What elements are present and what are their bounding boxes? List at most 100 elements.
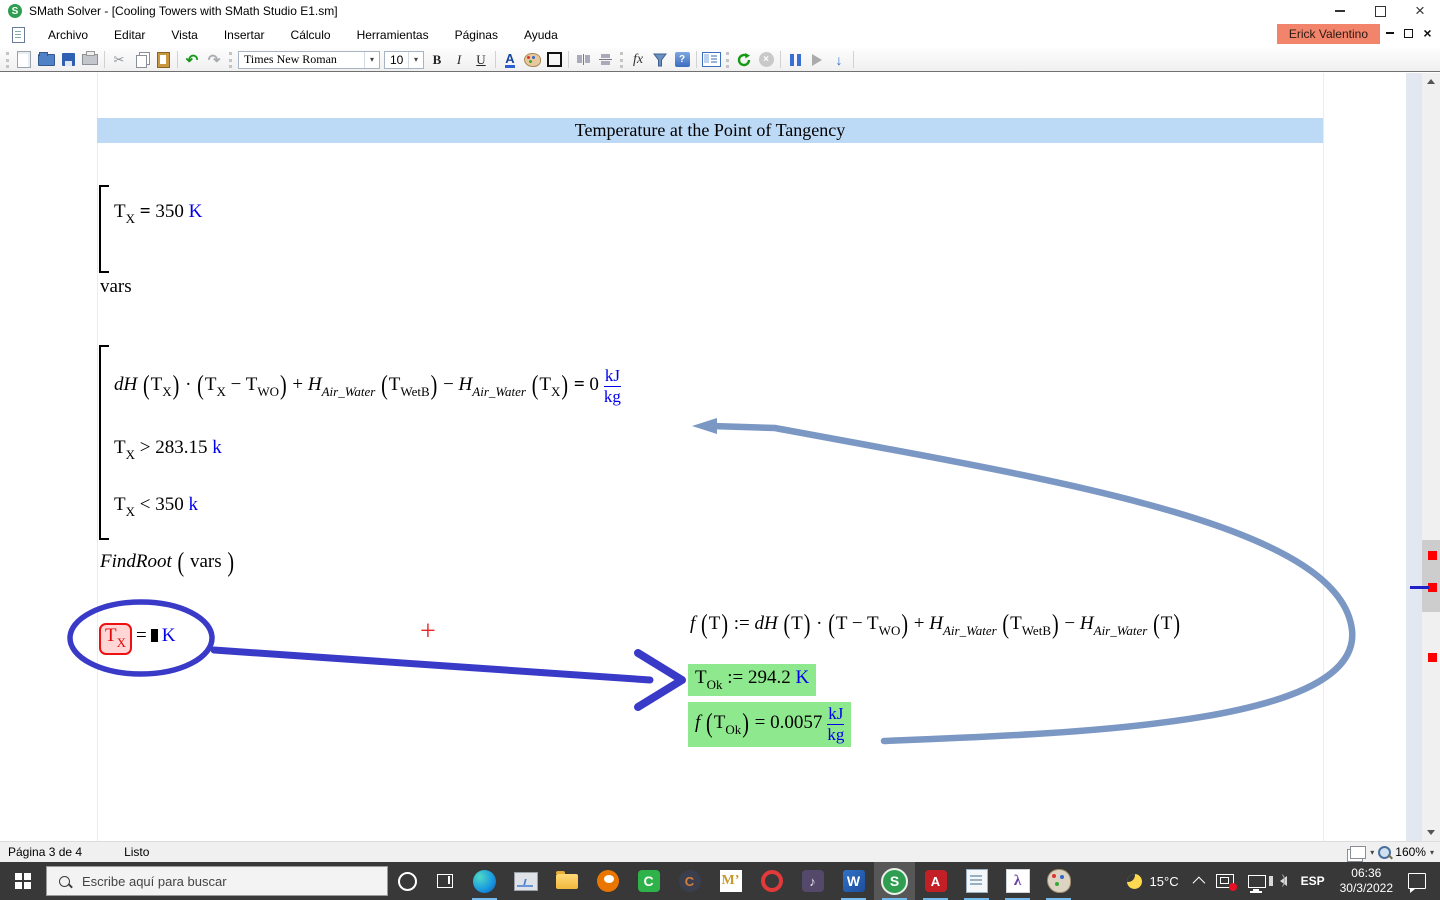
taskbar-app-cinema4d[interactable]: C: [669, 862, 710, 900]
search-input[interactable]: [80, 873, 354, 890]
paste-button[interactable]: [152, 50, 174, 70]
chevron-down-icon[interactable]: ▾: [1430, 848, 1434, 857]
language-button[interactable]: ESP: [1294, 862, 1332, 900]
cortana-button[interactable]: [388, 862, 426, 900]
taskbar-app-system-monitor[interactable]: [505, 862, 546, 900]
chevron-down-icon[interactable]: ▾: [1370, 848, 1374, 857]
recalculate-button[interactable]: [733, 50, 755, 70]
equation-f-definition[interactable]: f (T) := dH (T) · (T − TWO) + HAir_Water…: [690, 613, 1181, 639]
menu-insertar[interactable]: Insertar: [211, 24, 278, 46]
menu-ayuda[interactable]: Ayuda: [511, 24, 571, 46]
result-f-tok[interactable]: f (TOk) = 0.0057 kJ kg: [688, 702, 851, 747]
taskbar-app-opera[interactable]: [751, 862, 792, 900]
menu-archivo[interactable]: Archivo: [35, 24, 101, 46]
taskbar-app-blender[interactable]: [587, 862, 628, 900]
menu-paginas[interactable]: Páginas: [442, 24, 511, 46]
clock-button[interactable]: 06:36 30/3/2022: [1332, 862, 1401, 900]
border-button[interactable]: [543, 50, 565, 70]
taskbar-app-smath[interactable]: S: [874, 862, 915, 900]
user-account-badge[interactable]: Erick Valentino: [1277, 24, 1380, 44]
bold-button[interactable]: B: [426, 50, 448, 70]
cut-button[interactable]: ✂: [108, 50, 130, 70]
constraint-lower[interactable]: TX > 283.15 k: [114, 437, 222, 463]
new-file-button[interactable]: [13, 50, 35, 70]
error-variable-box[interactable]: TX: [99, 623, 132, 655]
equation-tx-definition[interactable]: TX = 350 K: [114, 201, 202, 227]
pause-button[interactable]: [784, 50, 806, 70]
help-reference-button[interactable]: ?: [671, 50, 693, 70]
taskbar-app-camtasia[interactable]: C: [628, 862, 669, 900]
volume-tray-button[interactable]: [1273, 862, 1294, 900]
align-horizontal-button[interactable]: [572, 50, 594, 70]
taskbar-app-edge[interactable]: [464, 862, 505, 900]
vars-label[interactable]: vars: [100, 276, 132, 298]
task-view-button[interactable]: [426, 862, 464, 900]
error-marker[interactable]: [1428, 551, 1437, 560]
highlight-color-button[interactable]: [521, 50, 543, 70]
doc-minimize-button[interactable]: [1381, 24, 1398, 42]
open-file-button[interactable]: [35, 50, 57, 70]
minimize-button[interactable]: [1320, 0, 1360, 22]
menu-vista[interactable]: Vista: [158, 24, 210, 46]
fraction-denominator: kg: [604, 388, 621, 406]
page-layout-icon[interactable]: [1350, 846, 1366, 859]
scroll-up-button[interactable]: [1422, 73, 1440, 90]
copy-button[interactable]: [130, 50, 152, 70]
taskbar-app-m-editor[interactable]: M’: [710, 862, 751, 900]
taskbar-app-acrobat[interactable]: A: [915, 862, 956, 900]
redo-button[interactable]: ↷: [203, 50, 225, 70]
placeholder-box[interactable]: [151, 629, 158, 642]
step-button[interactable]: ↓: [828, 50, 850, 70]
restore-button[interactable]: [1360, 0, 1400, 22]
italic-button[interactable]: I: [448, 50, 470, 70]
worksheet-canvas[interactable]: Temperature at the Point of Tangency TX …: [0, 73, 1440, 841]
menu-calculo[interactable]: Cálculo: [278, 24, 344, 46]
sheet-heading[interactable]: Temperature at the Point of Tangency: [97, 118, 1323, 143]
close-button[interactable]: ×: [1400, 0, 1440, 22]
print-button[interactable]: [79, 50, 101, 70]
taskbar-app-word[interactable]: W: [833, 862, 874, 900]
action-center-button[interactable]: [1401, 862, 1440, 900]
menu-editar[interactable]: Editar: [101, 24, 158, 46]
undo-button[interactable]: ↶: [181, 50, 203, 70]
weather-button[interactable]: 15°C: [1120, 862, 1186, 900]
scroll-position-marker: [1410, 586, 1429, 589]
stop-calculation-button[interactable]: ×: [755, 50, 777, 70]
play-button[interactable]: [806, 50, 828, 70]
doc-close-button[interactable]: ×: [1419, 24, 1436, 42]
save-button[interactable]: [57, 50, 79, 70]
result-tok[interactable]: TOk := 294.2 K: [688, 664, 816, 696]
menu-herramientas[interactable]: Herramientas: [344, 24, 442, 46]
vertical-scrollbar[interactable]: [1422, 73, 1440, 841]
scroll-down-button[interactable]: [1422, 824, 1440, 841]
taskbar-app-lambda[interactable]: λ: [997, 862, 1038, 900]
tray-expand-button[interactable]: [1186, 862, 1209, 900]
font-color-button[interactable]: A: [499, 50, 521, 70]
lambda-app-icon: λ: [1006, 869, 1030, 893]
filter-button[interactable]: [649, 50, 671, 70]
error-marker[interactable]: [1428, 583, 1437, 592]
taskbar-app-file-explorer[interactable]: [546, 862, 587, 900]
font-size-select[interactable]: 10 ▾: [384, 51, 424, 69]
align-vertical-button[interactable]: [594, 50, 616, 70]
funnel-icon: [652, 52, 668, 68]
font-family-select[interactable]: Times New Roman ▾: [238, 51, 380, 69]
side-panel-button[interactable]: [700, 50, 722, 70]
function-button[interactable]: fx: [627, 50, 649, 70]
zoom-level[interactable]: 160%: [1395, 845, 1426, 859]
constraint-upper[interactable]: TX < 350 k: [114, 494, 198, 520]
taskbar-app-musescore[interactable]: ♪: [792, 862, 833, 900]
zoom-magnifier-icon[interactable]: [1378, 846, 1391, 859]
findroot-call[interactable]: FindRoot ( vars ): [100, 551, 235, 575]
error-marker[interactable]: [1428, 653, 1437, 662]
probe-expression[interactable]: TX=K: [99, 623, 175, 655]
doc-restore-button[interactable]: [1400, 24, 1417, 42]
underline-button[interactable]: U: [470, 50, 492, 70]
equation-main[interactable]: dH (TX) · (TX − TWO) + HAir_Water (TWetB…: [114, 367, 621, 406]
cast-tray-button[interactable]: [1209, 862, 1241, 900]
taskbar-app-paint[interactable]: [1038, 862, 1079, 900]
start-button[interactable]: [0, 862, 46, 900]
taskbar-app-notepad[interactable]: [956, 862, 997, 900]
screencast-icon: [1216, 874, 1234, 888]
taskbar-search[interactable]: [46, 866, 388, 896]
